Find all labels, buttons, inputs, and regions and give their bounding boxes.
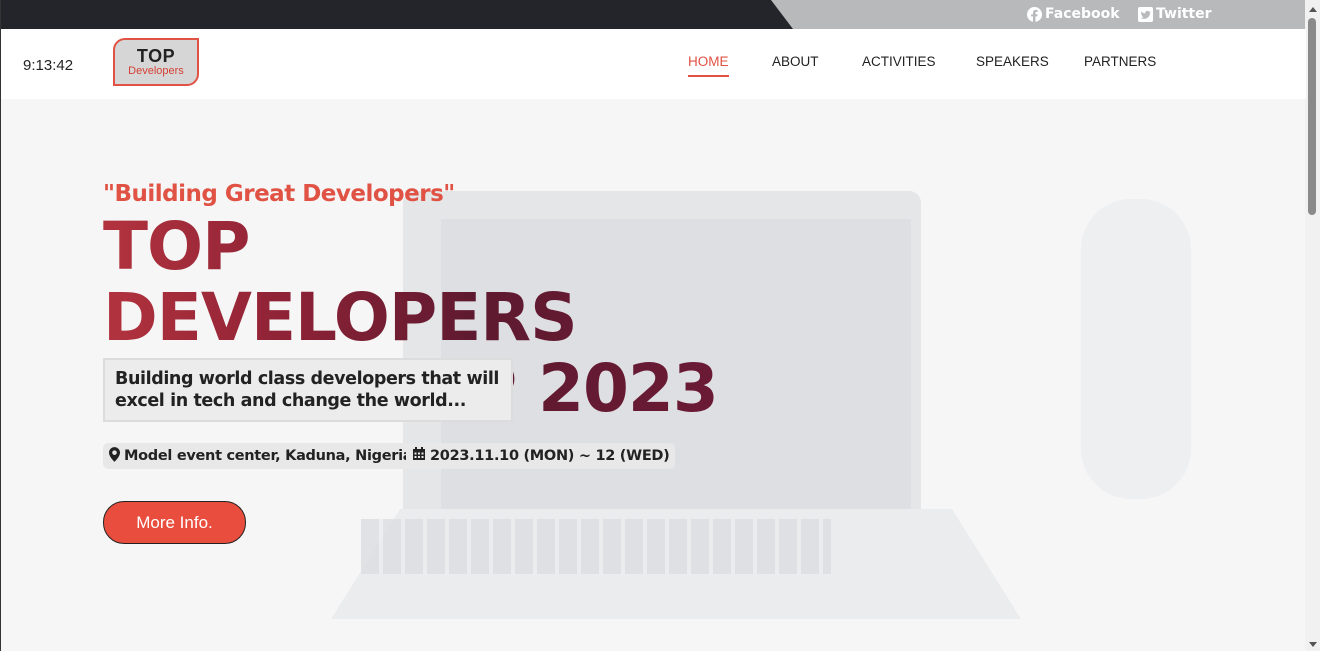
event-date-text: 2023.11.10 (MON) ~ 12 (WED) [430,448,670,464]
twitter-label: Twitter [1156,6,1212,22]
event-location: Model event center, Kaduna, Nigeria. [103,443,424,469]
more-info-button[interactable]: More Info. [103,501,246,544]
site-logo[interactable]: TOP Developers [113,38,199,86]
logo-bottom-text: Developers [128,65,184,77]
nav-activities[interactable]: ACTIVITIES [862,54,936,69]
hero-title-line1: TOP DEVELOPERS [103,208,577,356]
hero-background-keyboard [361,519,831,574]
nav-home[interactable]: HOME [688,54,729,77]
scrollbar-thumb[interactable] [1308,18,1316,215]
hero-background-speaker [1081,199,1191,499]
hero-tagline: "Building Great Developers" [103,181,455,207]
social-topbar: Facebook Twitter [1,0,1306,29]
hero-subtitle: Building world class developers that wil… [103,358,513,422]
clock: 9:13:42 [23,57,74,74]
nav-speakers[interactable]: SPEAKERS [976,54,1049,69]
facebook-label: Facebook [1045,6,1120,22]
twitter-icon [1138,6,1153,22]
scroll-up-icon[interactable] [1309,7,1317,12]
nav-partners[interactable]: PARTNERS [1084,54,1156,69]
nav-about[interactable]: ABOUT [772,54,819,69]
hero-section: "Building Great Developers" TOP DEVELOPE… [1,99,1306,651]
scroll-down-icon[interactable] [1309,642,1317,647]
logo-top-text: TOP [136,46,176,66]
event-location-text: Model event center, Kaduna, Nigeria. [124,448,418,464]
twitter-link[interactable]: Twitter [1138,6,1212,22]
event-date: 2023.11.10 (MON) ~ 12 (WED) [406,443,676,469]
calendar-icon [412,447,426,465]
map-marker-icon [109,446,120,466]
site-header: 9:13:42 TOP Developers HOME ABOUT ACTIVI… [1,29,1306,99]
page-scrollbar[interactable] [1305,0,1320,651]
facebook-link[interactable]: Facebook [1027,6,1120,22]
facebook-icon [1027,6,1042,22]
